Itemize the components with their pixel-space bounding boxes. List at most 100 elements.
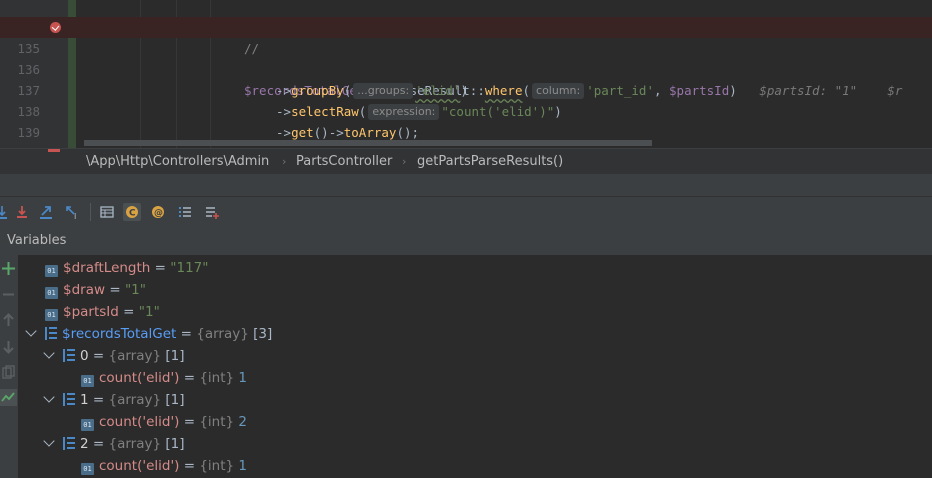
- equals-sign: =: [179, 458, 200, 474]
- horizontal-scrollbar[interactable]: [84, 140, 652, 146]
- step-out-icon[interactable]: [38, 203, 56, 221]
- copy-icon[interactable]: [1, 365, 16, 380]
- arrow-down-icon[interactable]: [1, 339, 16, 354]
- field-icon: 01: [81, 419, 94, 431]
- array-icon: [63, 393, 75, 406]
- variable-row[interactable]: 01 count('elid') = {int} 1: [81, 367, 247, 389]
- field-icon: 01: [81, 375, 94, 387]
- variables-side-toolbar: [0, 255, 18, 478]
- variable-value: 1: [238, 458, 247, 474]
- variable-type: {int}: [199, 458, 235, 474]
- equals-sign: =: [118, 304, 139, 320]
- svg-text:@: @: [154, 209, 163, 219]
- equals-sign: =: [150, 260, 171, 276]
- code-line-134[interactable]: 134 //: [0, 0, 932, 56]
- variable-name: $partsId: [63, 304, 119, 320]
- run-to-cursor-icon[interactable]: I: [64, 203, 82, 221]
- variable-type: {array}: [108, 436, 162, 452]
- step-into-icon[interactable]: [0, 203, 14, 221]
- breadcrumb-class[interactable]: PartsController: [296, 149, 392, 175]
- chevron-down-icon[interactable]: [25, 325, 37, 337]
- array-count: [1]: [165, 436, 185, 452]
- array-count: [1]: [165, 348, 185, 364]
- equals-sign: =: [179, 370, 200, 386]
- equals-sign: =: [88, 348, 109, 364]
- code-line-137[interactable]: 137 ->selectRaw(expression: "count('elid'…: [0, 59, 932, 120]
- breakpoint-icon[interactable]: [50, 22, 61, 33]
- add-icon[interactable]: [1, 261, 16, 276]
- inline-values-icon[interactable]: [0, 389, 17, 406]
- variables-tree[interactable]: 01 $draftLength = "117" 01 $draw = "1" 01 $…: [18, 255, 932, 478]
- breadcrumb: \App\Http\Controllers\Admin › PartsContr…: [0, 148, 932, 175]
- variable-value: "1": [124, 282, 146, 298]
- array-icon: [45, 327, 57, 340]
- chevron-down-icon[interactable]: [43, 347, 55, 359]
- panel-divider[interactable]: [0, 174, 932, 197]
- field-icon: 01: [45, 309, 58, 321]
- variable-type: {int}: [199, 414, 235, 430]
- variable-name: $draw: [63, 282, 106, 298]
- show-constants-icon[interactable]: C: [123, 203, 141, 221]
- variable-row[interactable]: 01 $draftLength = "117": [45, 257, 208, 279]
- variable-type: {int}: [199, 370, 235, 386]
- svg-text:C: C: [129, 209, 136, 219]
- variable-value: 1: [238, 370, 247, 386]
- svg-text:I: I: [74, 212, 76, 221]
- remove-icon[interactable]: [1, 287, 16, 302]
- variable-name: count('elid'): [99, 370, 180, 386]
- arrow-up-icon[interactable]: [1, 313, 16, 328]
- variable-name: count('elid'): [99, 458, 180, 474]
- evaluate-expression-icon[interactable]: [98, 203, 116, 221]
- variable-row[interactable]: 01 count('elid') = {int} 2: [81, 411, 247, 433]
- debugger-toolbar: I C @: [0, 197, 932, 227]
- variable-row[interactable]: 0 = {array} [1]: [43, 345, 185, 367]
- chevron-down-icon[interactable]: [43, 435, 55, 447]
- variable-type: {array}: [108, 392, 162, 408]
- variable-row[interactable]: 1 = {array} [1]: [43, 389, 185, 411]
- force-step-into-icon[interactable]: [14, 203, 32, 221]
- variable-value: 2: [238, 414, 247, 430]
- chevron-down-icon[interactable]: [43, 391, 55, 403]
- array-icon: [63, 437, 75, 450]
- chevron-right-icon: ›: [402, 155, 407, 168]
- variables-panel-header: Variables: [0, 227, 932, 255]
- equals-sign: =: [179, 414, 200, 430]
- add-watch-icon[interactable]: [203, 203, 221, 221]
- variable-row[interactable]: 01 count('elid') = {int} 1: [81, 455, 247, 477]
- array-index: 0: [80, 348, 89, 364]
- frames-icon[interactable]: [176, 203, 194, 221]
- code-line-139[interactable]: 139: [0, 101, 932, 140]
- equals-sign: =: [88, 392, 109, 408]
- toolbar-separator: [90, 203, 91, 221]
- variable-value: "1": [138, 304, 160, 320]
- variable-row[interactable]: 2 = {array} [1]: [43, 433, 185, 455]
- variable-type: {array}: [196, 326, 249, 342]
- equals-sign: =: [88, 436, 109, 452]
- code-line-138[interactable]: 138 ->get()->toArray();: [0, 80, 932, 140]
- array-icon: [63, 349, 75, 362]
- code-line-136[interactable]: 136 ->groupBy(...groups:'elid'): [0, 38, 932, 99]
- field-icon: 01: [81, 463, 94, 475]
- array-count: [1]: [165, 392, 185, 408]
- variable-value: "117": [170, 260, 209, 276]
- code-line-135[interactable]: 135 $recordsTotalGet = ParseResult::wher…: [0, 17, 932, 99]
- variable-row[interactable]: 01 $partsId = "1": [45, 301, 160, 323]
- field-icon: 01: [45, 287, 58, 299]
- array-index: 2: [80, 436, 89, 452]
- array-count: [3]: [253, 326, 273, 342]
- variables-title: Variables: [7, 233, 67, 248]
- array-index: 1: [80, 392, 89, 408]
- equals-sign: =: [176, 326, 197, 342]
- variable-name: count('elid'): [99, 414, 180, 430]
- breadcrumb-namespace[interactable]: \App\Http\Controllers\Admin: [86, 149, 269, 175]
- watch-icon[interactable]: @: [149, 203, 167, 221]
- code-editor[interactable]: 134 // 135 $recordsTotalGet = ParseResul…: [0, 0, 932, 148]
- variable-row[interactable]: 01 $draw = "1": [45, 279, 146, 301]
- breakpoint-marker: [48, 149, 60, 152]
- breadcrumb-method[interactable]: getPartsParseResults(): [417, 149, 563, 175]
- variable-name: $draftLength: [63, 260, 151, 276]
- variable-name: $recordsTotalGet: [62, 326, 177, 342]
- variable-row[interactable]: $recordsTotalGet = {array} [3]: [25, 323, 273, 345]
- equals-sign: =: [105, 282, 125, 298]
- chevron-right-icon: ›: [282, 155, 287, 168]
